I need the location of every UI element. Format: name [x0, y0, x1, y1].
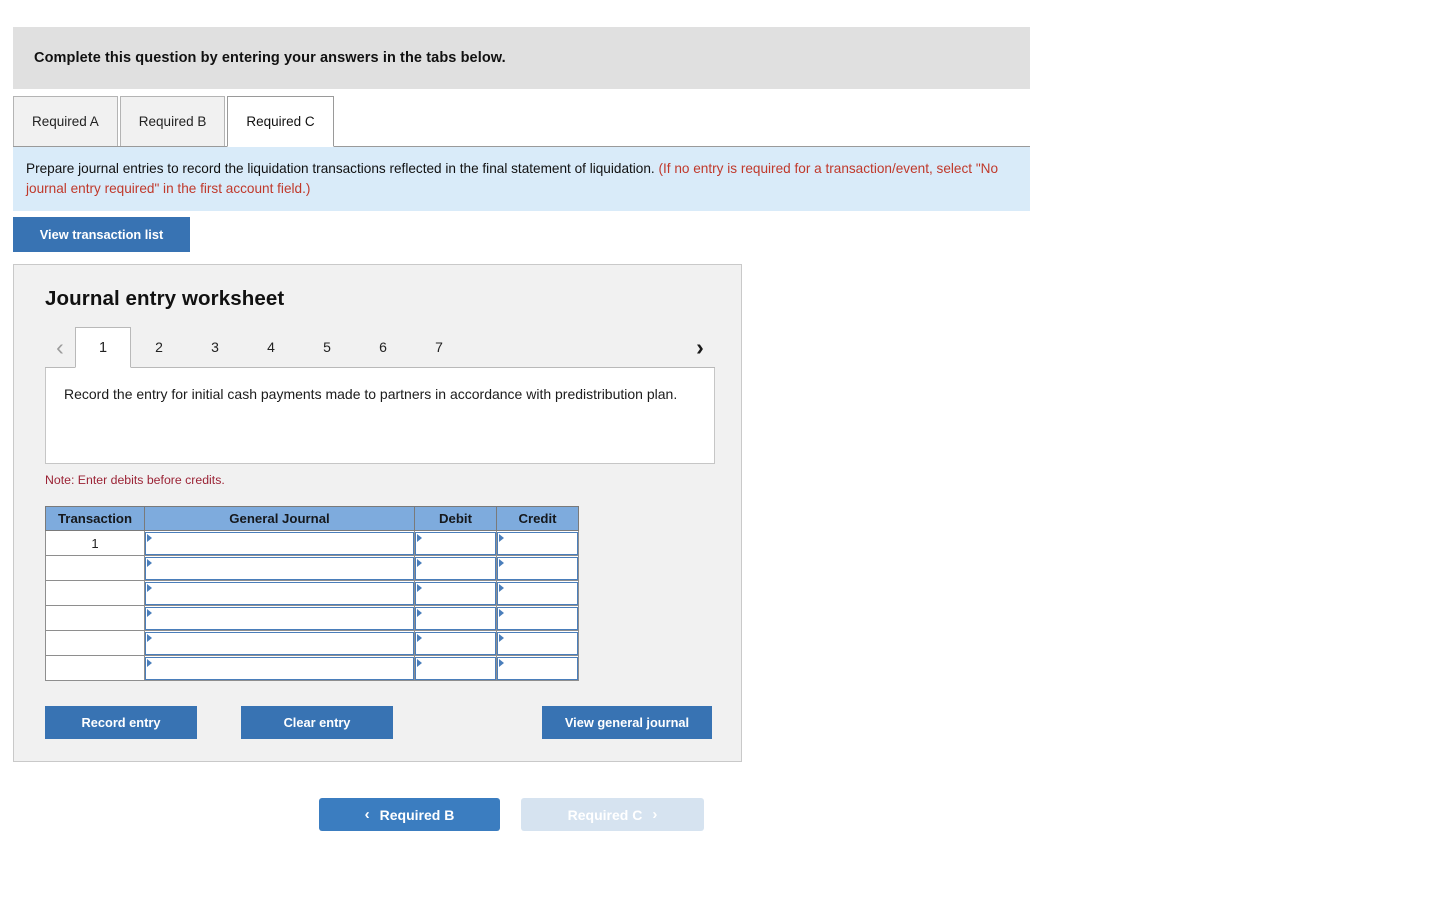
prev-requirement-label: Required B	[379, 806, 455, 823]
question-banner: Complete this question by entering your …	[13, 27, 1030, 89]
cell-transaction	[45, 580, 145, 606]
cell-debit	[414, 655, 497, 681]
cell-credit	[496, 555, 579, 581]
clipped-text-remnant	[0, 0, 1100, 6]
table-row: 1	[45, 530, 579, 556]
chevron-right-icon: ›	[652, 806, 658, 823]
next-requirement-button[interactable]: Required C ›	[521, 798, 704, 831]
chevron-left-icon: ‹	[364, 806, 370, 823]
page-tab-3[interactable]: 3	[187, 327, 243, 367]
general-journal-input[interactable]	[145, 556, 414, 580]
credit-input[interactable]	[497, 556, 578, 580]
cell-debit	[414, 580, 497, 606]
credit-input[interactable]	[497, 531, 578, 555]
cell-general-journal	[144, 655, 415, 681]
cell-debit	[414, 530, 497, 556]
debit-input[interactable]	[415, 556, 496, 580]
cell-general-journal	[144, 530, 415, 556]
clear-entry-button[interactable]: Clear entry	[241, 706, 393, 739]
cell-transaction	[45, 630, 145, 656]
credit-input[interactable]	[497, 631, 578, 655]
debit-input[interactable]	[415, 531, 496, 555]
tab-required-a[interactable]: Required A	[13, 96, 118, 146]
debits-before-credits-note: Note: Enter debits before credits.	[45, 473, 225, 487]
view-transaction-list-button[interactable]: View transaction list	[13, 217, 190, 252]
cell-credit	[496, 655, 579, 681]
journal-entry-worksheet-panel: Journal entry worksheet ‹ 1 2 3 4 5 6 7 …	[13, 264, 742, 762]
cell-general-journal	[144, 630, 415, 656]
table-row	[45, 580, 579, 606]
header-general-journal: General Journal	[144, 506, 415, 531]
table-row	[45, 605, 579, 631]
credit-input[interactable]	[497, 606, 578, 630]
next-requirement-label: Required C	[567, 806, 643, 823]
table-header-row: Transaction General Journal Debit Credit	[45, 506, 579, 531]
general-journal-input[interactable]	[145, 606, 414, 630]
chevron-left-icon[interactable]: ‹	[45, 327, 75, 367]
journal-entry-table: Transaction General Journal Debit Credit…	[45, 506, 579, 681]
debit-input[interactable]	[415, 631, 496, 655]
question-banner-text: Complete this question by entering your …	[34, 50, 506, 66]
cell-debit	[414, 555, 497, 581]
page-tab-7[interactable]: 7	[411, 327, 467, 367]
credit-input[interactable]	[497, 656, 578, 680]
cell-general-journal	[144, 555, 415, 581]
page-tab-2[interactable]: 2	[131, 327, 187, 367]
header-transaction: Transaction	[45, 506, 145, 531]
cell-debit	[414, 605, 497, 631]
cell-transaction	[45, 655, 145, 681]
tab-required-b[interactable]: Required B	[119, 96, 226, 146]
page-root: Complete this question by entering your …	[0, 0, 1454, 906]
header-credit: Credit	[496, 506, 579, 531]
view-general-journal-button[interactable]: View general journal	[542, 706, 712, 739]
worksheet-pagination: ‹ 1 2 3 4 5 6 7 ›	[45, 324, 715, 368]
prev-requirement-button[interactable]: ‹ Required B	[319, 798, 500, 831]
cell-credit	[496, 605, 579, 631]
general-journal-input[interactable]	[145, 656, 414, 680]
tab-required-c[interactable]: Required C	[227, 96, 334, 147]
requirement-tabs: Required A Required B Required C	[13, 96, 1030, 147]
debit-input[interactable]	[415, 656, 496, 680]
credit-input[interactable]	[497, 581, 578, 605]
page-tab-1[interactable]: 1	[75, 327, 131, 368]
worksheet-title: Journal entry worksheet	[45, 287, 285, 310]
table-row	[45, 655, 579, 681]
general-journal-input[interactable]	[145, 631, 414, 655]
chevron-right-icon[interactable]: ›	[685, 327, 715, 367]
record-entry-button[interactable]: Record entry	[45, 706, 197, 739]
header-debit: Debit	[414, 506, 497, 531]
cell-transaction	[45, 605, 145, 631]
instruction-primary-text: Prepare journal entries to record the li…	[26, 161, 659, 176]
debit-input[interactable]	[415, 606, 496, 630]
entry-description-box: Record the entry for initial cash paymen…	[45, 368, 715, 464]
table-row	[45, 630, 579, 656]
cell-credit	[496, 630, 579, 656]
cell-transaction: 1	[45, 530, 145, 556]
cell-credit	[496, 530, 579, 556]
instruction-panel: Prepare journal entries to record the li…	[13, 147, 1030, 211]
general-journal-input[interactable]	[145, 531, 414, 555]
debit-input[interactable]	[415, 581, 496, 605]
general-journal-input[interactable]	[145, 581, 414, 605]
cell-debit	[414, 630, 497, 656]
table-row	[45, 555, 579, 581]
page-tab-5[interactable]: 5	[299, 327, 355, 367]
page-tab-6[interactable]: 6	[355, 327, 411, 367]
cell-credit	[496, 580, 579, 606]
cell-transaction	[45, 555, 145, 581]
page-tab-4[interactable]: 4	[243, 327, 299, 367]
cell-general-journal	[144, 605, 415, 631]
cell-general-journal	[144, 580, 415, 606]
